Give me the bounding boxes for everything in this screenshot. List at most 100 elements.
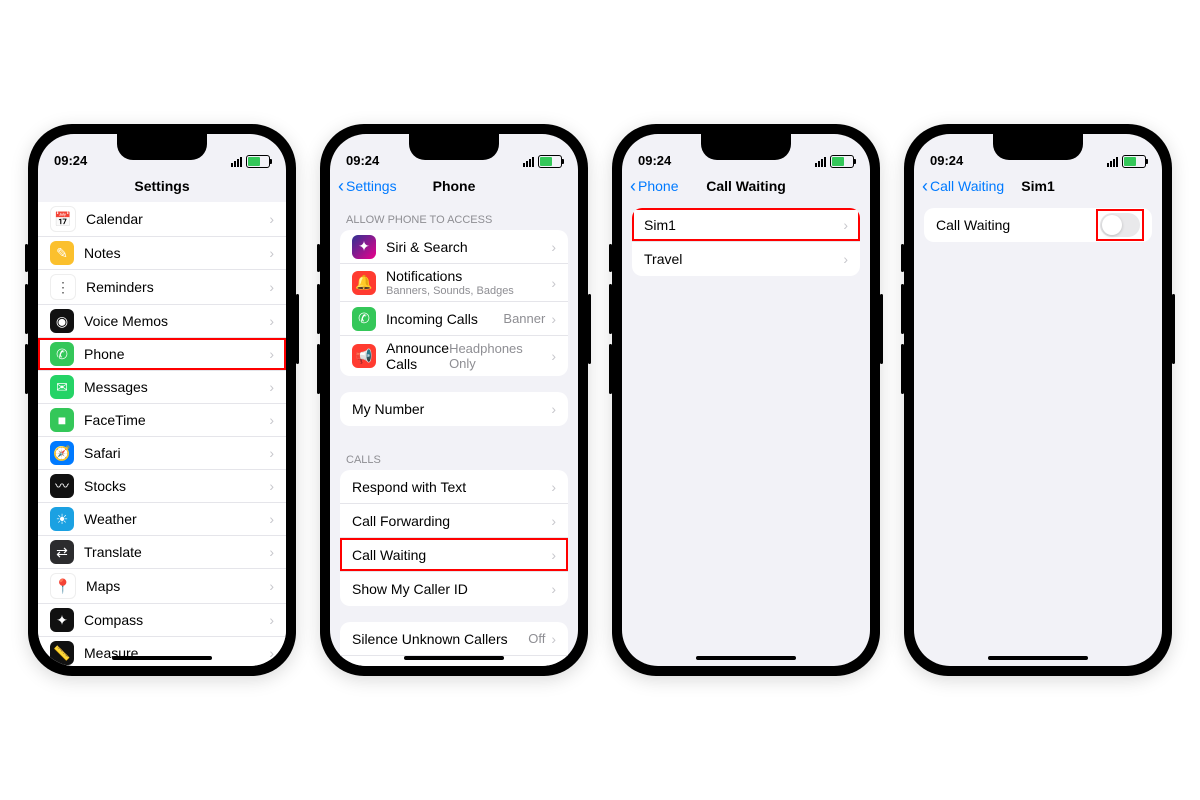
settings-row[interactable]: 📢Announce CallsHeadphones Only›: [340, 336, 568, 376]
settings-row[interactable]: ☀Weather›: [38, 503, 286, 536]
settings-row[interactable]: ✆Incoming CallsBanner›: [340, 302, 568, 336]
chevron-left-icon: ‹: [338, 177, 344, 195]
settings-row[interactable]: ✦Compass›: [38, 604, 286, 637]
settings-row[interactable]: ⋮Reminders›: [38, 270, 286, 305]
row-label: Call Waiting: [352, 547, 551, 563]
back-label: Call Waiting: [930, 178, 1004, 194]
row-label: Sim1: [644, 217, 843, 233]
app-icon: ✦: [352, 235, 376, 259]
row-label: NotificationsBanners, Sounds, Badges: [386, 268, 551, 297]
settings-row[interactable]: ✎Notes›: [38, 237, 286, 270]
notch: [409, 134, 499, 160]
app-icon: ✉: [50, 375, 74, 399]
sim-list-content[interactable]: Sim1›Travel›: [622, 202, 870, 666]
app-icon: ■: [50, 408, 74, 432]
row-label: Weather: [84, 511, 269, 527]
settings-row[interactable]: 📅Calendar›: [38, 202, 286, 237]
phone-settings-content[interactable]: ALLOW PHONE TO ACCESS ✦Siri & Search›🔔No…: [330, 202, 578, 666]
row-label: Translate: [84, 544, 269, 560]
row-label: Notes: [84, 245, 269, 261]
chevron-right-icon: ›: [551, 311, 556, 327]
call-waiting-content: Call Waiting: [914, 202, 1162, 666]
settings-list[interactable]: 📅Calendar›✎Notes›⋮Reminders›◉Voice Memos…: [38, 202, 286, 666]
row-detail: Banner: [503, 311, 545, 326]
chevron-right-icon: ›: [551, 631, 556, 647]
chevron-left-icon: ‹: [630, 177, 636, 195]
settings-row[interactable]: ✉ Messages›: [38, 371, 286, 404]
back-label: Settings: [346, 178, 397, 194]
settings-row[interactable]: 〰Stocks›: [38, 470, 286, 503]
nav-bar: Settings: [38, 170, 286, 202]
status-time: 09:24: [54, 153, 87, 168]
settings-row[interactable]: 🔔NotificationsBanners, Sounds, Badges›: [340, 264, 568, 302]
settings-row[interactable]: 🧭Safari›: [38, 437, 286, 470]
settings-row[interactable]: Travel›: [632, 242, 860, 276]
nav-bar: ‹ Settings Phone: [330, 170, 578, 202]
app-icon: ⇄: [50, 540, 74, 564]
settings-row[interactable]: 📍Maps›: [38, 569, 286, 604]
back-button[interactable]: ‹ Call Waiting: [922, 177, 1004, 195]
chevron-right-icon: ›: [551, 479, 556, 495]
settings-row[interactable]: Call Forwarding›: [340, 504, 568, 538]
chevron-right-icon: ›: [269, 511, 274, 527]
toggle-label: Call Waiting: [936, 217, 1100, 233]
call-waiting-toggle-row[interactable]: Call Waiting: [924, 208, 1152, 242]
chevron-right-icon: ›: [843, 217, 848, 233]
app-icon: 〰: [50, 474, 74, 498]
home-indicator[interactable]: [988, 656, 1088, 660]
home-indicator[interactable]: [112, 656, 212, 660]
settings-row[interactable]: ✦Siri & Search›: [340, 230, 568, 264]
chevron-right-icon: ›: [269, 544, 274, 560]
back-button[interactable]: ‹ Phone: [630, 177, 678, 195]
settings-row[interactable]: ■ FaceTime›: [38, 404, 286, 437]
row-detail: Headphones Only: [449, 341, 545, 371]
row-label: Voice Memos: [84, 313, 269, 329]
chevron-right-icon: ›: [269, 313, 274, 329]
chevron-right-icon: ›: [269, 211, 274, 227]
battery-icon: [538, 155, 562, 168]
row-label: Reminders: [86, 279, 269, 295]
nav-title: Phone: [433, 178, 476, 194]
app-icon: 📍: [50, 573, 76, 599]
nav-bar: ‹ Call Waiting Sim1: [914, 170, 1162, 202]
settings-row[interactable]: ✆Phone›: [38, 338, 286, 371]
settings-row[interactable]: My Number›: [340, 392, 568, 426]
home-indicator[interactable]: [696, 656, 796, 660]
chevron-right-icon: ›: [269, 379, 274, 395]
chevron-right-icon: ›: [269, 645, 274, 661]
chevron-right-icon: ›: [269, 412, 274, 428]
settings-row[interactable]: Show My Caller ID›: [340, 572, 568, 606]
row-label: FaceTime: [84, 412, 269, 428]
section-header: ALLOW PHONE TO ACCESS: [330, 202, 578, 230]
call-waiting-toggle[interactable]: [1100, 213, 1140, 237]
settings-row[interactable]: Silence Unknown CallersOff ›: [340, 622, 568, 656]
row-label: Announce Calls: [386, 340, 449, 372]
settings-row[interactable]: ⇄ Translate›: [38, 536, 286, 569]
row-label: Compass: [84, 612, 269, 628]
settings-row[interactable]: Call Waiting›: [340, 538, 568, 572]
row-label: Silence Unknown Callers: [352, 631, 528, 647]
row-label: My Number: [352, 401, 551, 417]
row-label: Messages: [84, 379, 269, 395]
settings-row[interactable]: 📏Measure›: [38, 637, 286, 666]
row-label: Maps: [86, 578, 269, 594]
battery-icon: [830, 155, 854, 168]
status-time: 09:24: [638, 153, 671, 168]
home-indicator[interactable]: [404, 656, 504, 660]
notch: [993, 134, 1083, 160]
row-detail: Off: [528, 631, 545, 646]
row-label: Call Forwarding: [352, 513, 551, 529]
settings-row[interactable]: ◉Voice Memos›: [38, 305, 286, 338]
settings-row[interactable]: Sim1›: [632, 208, 860, 242]
battery-icon: [1122, 155, 1146, 168]
settings-row[interactable]: Respond with Text›: [340, 470, 568, 504]
signal-icon: [231, 157, 242, 167]
chevron-right-icon: ›: [269, 478, 274, 494]
notch: [701, 134, 791, 160]
nav-title: Call Waiting: [706, 178, 786, 194]
row-label: Calendar: [86, 211, 269, 227]
chevron-right-icon: ›: [551, 581, 556, 597]
notch: [117, 134, 207, 160]
chevron-right-icon: ›: [551, 547, 556, 563]
back-button[interactable]: ‹ Settings: [338, 177, 397, 195]
